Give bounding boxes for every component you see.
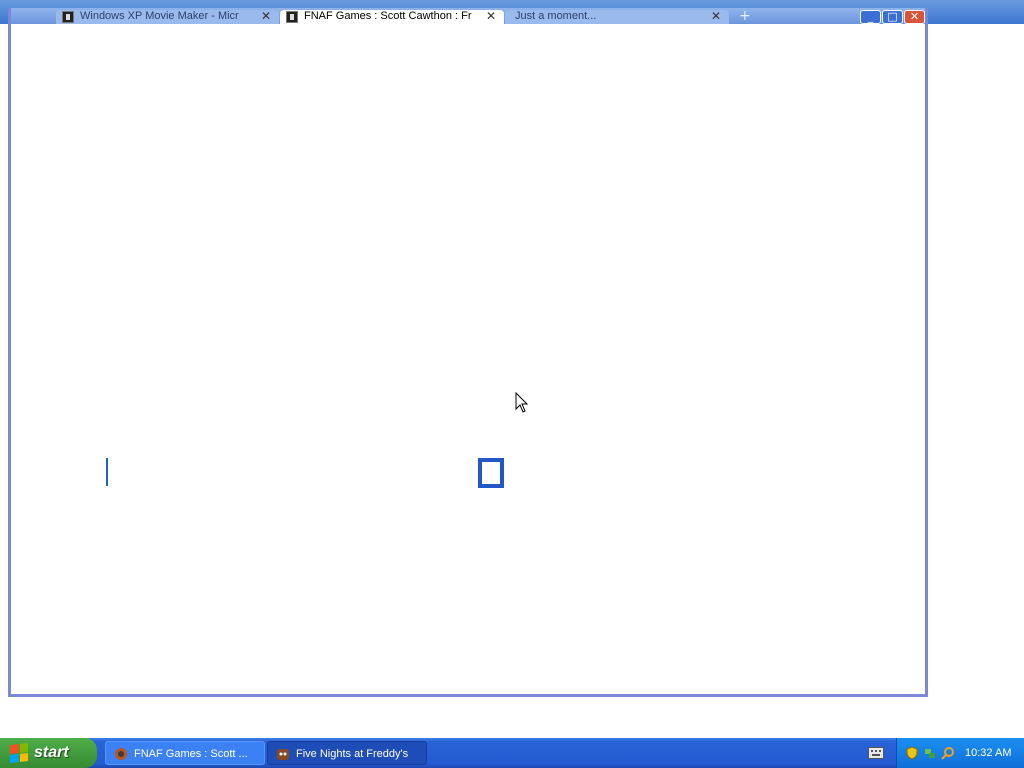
start-button[interactable]: start [0,738,97,768]
taskbar-item-label: Five Nights at Freddy's [296,748,409,760]
tab-movie-maker[interactable]: Windows XP Movie Maker - Micr ✕ [56,10,279,24]
archive-favicon-icon [62,11,74,23]
browser-window: Windows XP Movie Maker - Micr ✕ FNAF Gam… [8,8,928,697]
system-tray: 10:32 AM [896,738,1024,768]
page-content-area [11,24,925,694]
taskbar-item-five-nights[interactable]: Five Nights at Freddy's [267,741,427,765]
taskbar-item-label: FNAF Games : Scott ... [134,748,248,760]
security-shield-icon[interactable] [905,746,919,760]
tab-label: Windows XP Movie Maker - Micr [80,10,239,22]
text-caret [106,458,108,486]
tab-just-a-moment[interactable]: Just a moment... ✕ [505,10,729,24]
close-window-button[interactable]: ✕ [904,10,925,24]
keyboard-icon[interactable] [868,747,884,759]
browser-icon [115,748,127,760]
tab-label: Just a moment... [515,10,597,22]
tab-strip: Windows XP Movie Maker - Micr ✕ FNAF Gam… [11,8,925,24]
freddy-game-icon [277,749,289,760]
windows-logo-icon [10,743,28,763]
archive-favicon-icon [286,11,298,23]
new-tab-button[interactable]: + [739,8,751,24]
desktop-background [928,24,1024,738]
mouse-cursor-icon [515,392,529,413]
close-tab-icon[interactable]: ✕ [261,10,271,23]
maximize-button[interactable]: □ [882,10,903,24]
clock: 10:32 AM [965,747,1012,759]
search-icon[interactable] [941,746,955,760]
minimize-button[interactable]: _ [860,10,881,24]
network-icon[interactable] [923,746,937,760]
tab-fnaf-games[interactable]: FNAF Games : Scott Cawthon : Fr ✕ [280,10,504,24]
start-label: start [34,744,69,761]
tab-label: FNAF Games : Scott Cawthon : Fr [304,10,472,22]
loading-indicator [478,458,504,488]
close-tab-icon[interactable]: ✕ [486,10,496,23]
close-tab-icon[interactable]: ✕ [711,10,721,23]
taskbar: start FNAF Games : Scott ... Five Nights… [0,738,1024,768]
taskbar-item-fnaf-games[interactable]: FNAF Games : Scott ... [105,741,265,765]
